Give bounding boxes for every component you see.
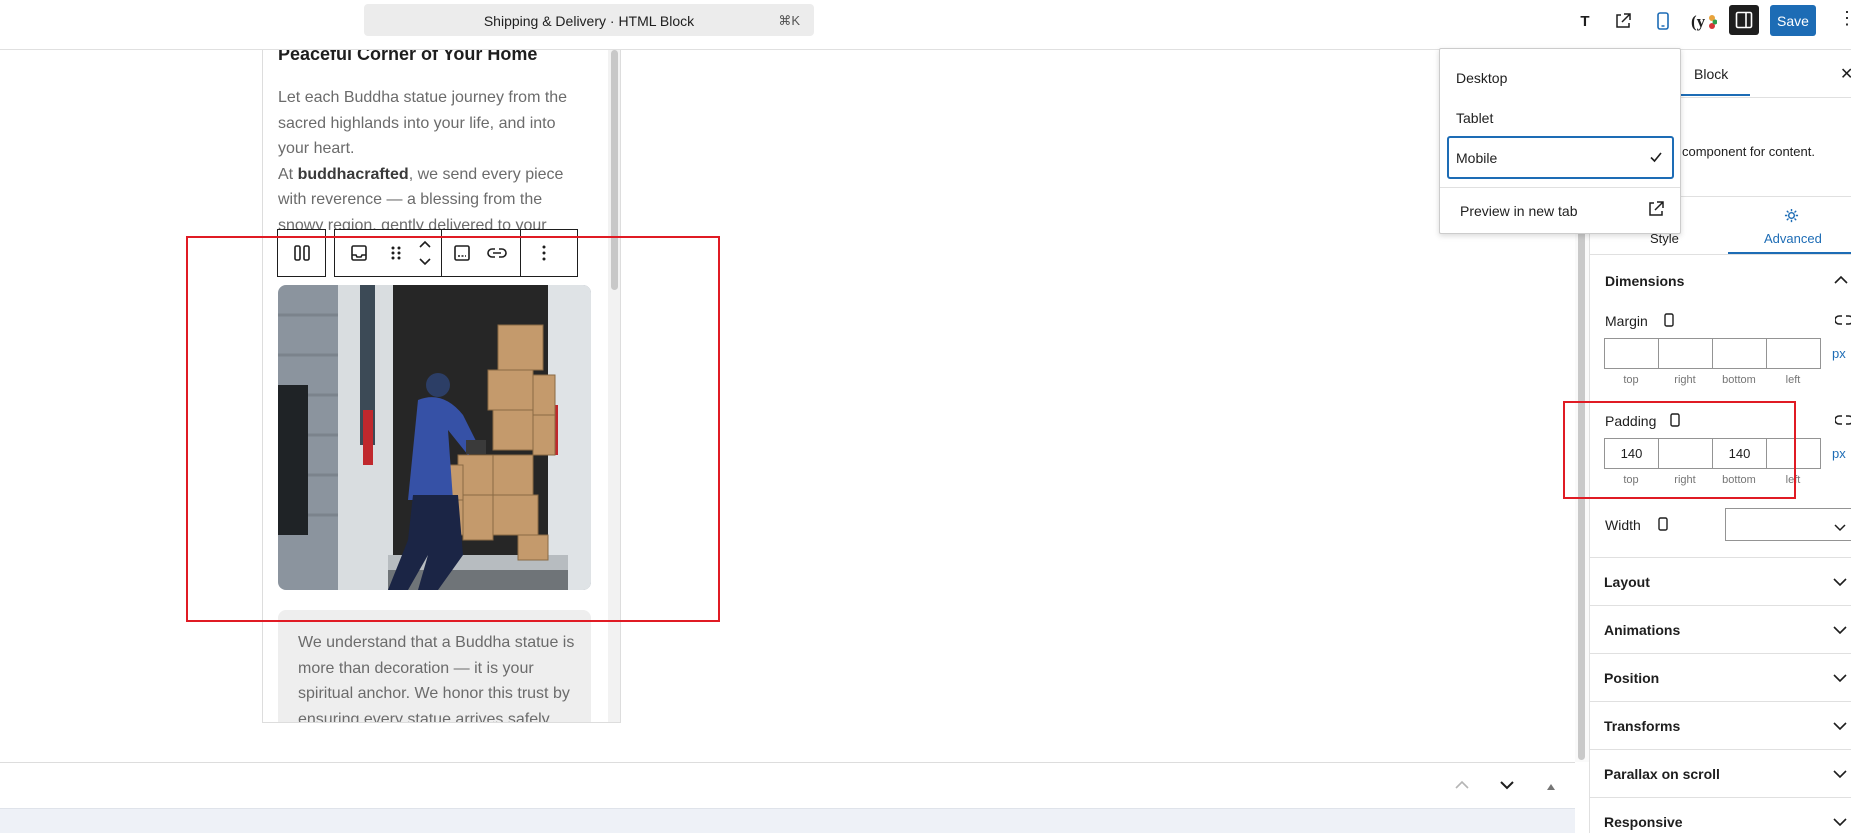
tab-block[interactable]: Block [1694,66,1728,82]
margin-left-input[interactable] [1766,338,1821,369]
side-label: bottom [1722,374,1756,386]
width-select[interactable] [1725,508,1851,541]
menu-item-desktop[interactable]: Desktop [1456,70,1507,86]
chevron-down-icon [1833,718,1847,736]
dimensions-heading[interactable]: Dimensions [1605,273,1684,289]
chevron-down-icon [1833,670,1847,688]
side-label: left [1785,374,1801,386]
section-label: Layout [1604,574,1650,590]
svg-text:(y: (y [1691,12,1706,31]
chevron-up-icon[interactable] [1834,272,1848,290]
margin-top-input[interactable] [1604,338,1659,369]
commitment-text[interactable]: We understand that a Buddha statue is mo… [298,630,578,722]
margin-right-input[interactable] [1658,338,1713,369]
preview-new-tab-item[interactable]: Preview in new tab [1447,194,1674,226]
mobile-device-icon[interactable] [1664,313,1674,332]
section-label: Animations [1604,622,1681,638]
menu-item-label: Preview in new tab [1460,203,1578,219]
margin-unit[interactable]: px [1832,346,1846,361]
chevron-down-icon[interactable] [1500,777,1514,795]
tab-active-indicator [1680,94,1750,96]
settings-sidebar-toggle[interactable] [1729,5,1759,35]
highlight-image-block [186,236,720,622]
menu-item-tablet[interactable]: Tablet [1456,110,1493,126]
padding-unit[interactable]: px [1832,446,1846,461]
section-transforms[interactable]: Transforms [1589,701,1851,749]
width-label: Width [1605,517,1641,533]
section-animations[interactable]: Animations [1589,605,1851,653]
chevron-down-icon [1833,622,1847,640]
options-menu-icon[interactable]: ⋮ [1838,8,1851,29]
section-layout[interactable]: Layout [1589,557,1851,605]
menu-item-label: Mobile [1456,150,1498,166]
highlight-padding [1563,401,1796,499]
menu-item-mobile[interactable]: Mobile [1447,136,1674,179]
section-label: Position [1604,670,1660,686]
subtab-advanced[interactable]: Advanced [1728,205,1851,253]
section-responsive[interactable]: Responsive [1589,797,1851,833]
command-palette-button[interactable]: Shipping & Delivery · HTML Block ⌘K [364,4,814,36]
margin-label: Margin [1605,313,1648,329]
yoast-seo-icon[interactable]: (y [1690,10,1718,32]
gear-icon [1784,208,1799,228]
collapse-panel-icon[interactable] [1546,778,1556,796]
intro-paragraph[interactable]: Let each Buddha statue journey from the … [278,85,583,238]
intro-text-prefix: At [278,165,298,183]
link-sides-icon[interactable] [1834,413,1851,431]
editor-header: Shipping & Delivery · HTML Block ⌘K T (y… [0,0,1851,50]
chevron-down-icon [1833,574,1847,592]
block-description: component for content. [1682,144,1815,159]
section-label: Responsive [1604,814,1683,830]
chevron-down-icon [1833,766,1847,784]
margin-bottom-input[interactable] [1712,338,1767,369]
chevron-up-icon[interactable] [1455,777,1469,795]
command-shortcut: ⌘K [778,13,800,28]
mobile-device-icon[interactable] [1658,517,1668,536]
section-label: Parallax on scroll [1604,766,1720,782]
menu-separator [1440,187,1680,188]
brand-name: buddhacrafted [297,165,409,183]
checkmark-icon [1650,150,1662,168]
side-label: right [1674,374,1696,386]
block-navigation-bar [0,762,1575,808]
subtab-advanced-label: Advanced [1764,231,1822,246]
device-preview-menu: Desktop Tablet Mobile Preview in new tab [1439,48,1681,234]
chevron-down-icon [1833,814,1847,832]
link-sides-icon[interactable] [1834,313,1851,331]
command-title: Shipping & Delivery · HTML Block [483,13,695,29]
section-label: Transforms [1604,718,1681,734]
sidebar-divider [1590,254,1851,255]
section-heading: Peaceful Corner of Your Home [278,50,538,64]
section-position[interactable]: Position [1589,653,1851,701]
close-icon[interactable]: ✕ [1840,64,1851,84]
section-parallax[interactable]: Parallax on scroll [1589,749,1851,797]
typography-button[interactable]: T [1574,10,1596,32]
chevron-down-icon [1834,519,1846,537]
external-link-icon [1648,201,1664,222]
external-link-icon[interactable] [1612,10,1634,32]
margin-inputs [1604,338,1821,369]
save-button[interactable]: Save [1770,5,1816,36]
margin-side-labels: top right bottom left [1604,374,1820,386]
editor-footer [0,808,1575,833]
intro-text-1: Let each Buddha statue journey from the … [278,89,568,157]
side-label: top [1623,374,1639,386]
mobile-device-icon[interactable] [1652,10,1674,32]
